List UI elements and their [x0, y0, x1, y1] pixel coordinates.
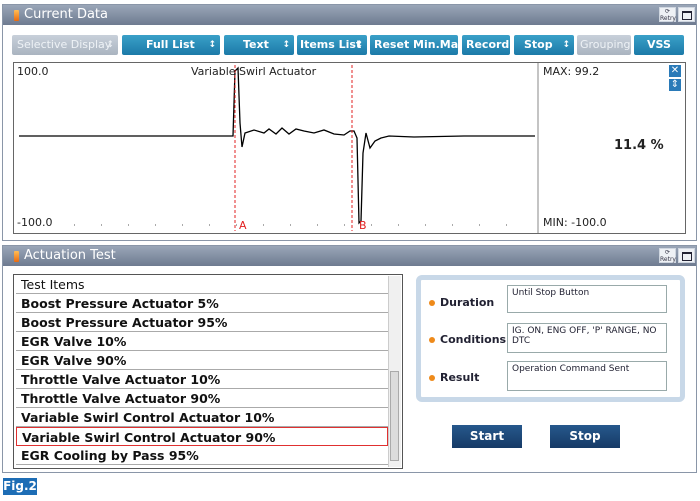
list-item[interactable]: EGR Cooling by Pass 95%	[16, 446, 388, 465]
list-item[interactable]: Variable Swirl Control Actuator 10%	[16, 408, 388, 427]
full-list-label: Full List	[146, 38, 195, 51]
close-graph-icon[interactable]: ✕	[669, 65, 681, 77]
conditions-label-text: Conditions	[440, 333, 507, 346]
retry-icon[interactable]: ⟳ Retry	[659, 248, 676, 263]
duration-label: Duration	[429, 296, 494, 309]
window-toggle-icon[interactable]	[678, 248, 695, 263]
list-item[interactable]: Throttle Valve Actuator 90%	[16, 389, 388, 408]
stop-dropdown-button[interactable]: Stop ↕	[514, 35, 574, 55]
retry-icon[interactable]: ⟳ Retry	[659, 7, 676, 22]
bullet-icon	[429, 300, 435, 306]
full-list-button[interactable]: Full List ↕	[122, 35, 220, 55]
waveform-trace	[19, 66, 535, 225]
selective-display-arrow-icon: ↕	[106, 40, 114, 50]
retry-label: Retry	[660, 256, 676, 263]
conditions-value: IG. ON, ENG OFF, 'P' RANGE, NO DTC	[507, 323, 667, 353]
stop-dropdown-label: Stop	[524, 38, 553, 51]
max-value-label: MAX: 99.2	[543, 65, 600, 78]
list-item-selected[interactable]: Variable Swirl Control Actuator 90%	[16, 427, 388, 446]
actuation-test-titlebar: Actuation Test ⟳ Retry	[3, 246, 696, 266]
selective-display-label: Selective Display	[17, 38, 112, 51]
result-label-text: Result	[440, 371, 480, 384]
record-button[interactable]: Record	[462, 35, 510, 55]
bullet-icon	[429, 337, 435, 343]
panel-marker-icon	[14, 10, 19, 21]
stop-dropdown-arrow-icon: ↕	[562, 40, 570, 50]
bullet-icon	[429, 375, 435, 381]
current-data-titlebar: Current Data ⟳ Retry	[3, 5, 696, 25]
waveform-graph: 100.0 Variable Swirl Actuator -100.0 A B…	[13, 62, 686, 234]
list-item[interactable]: Throttle Valve Actuator 10%	[16, 370, 388, 389]
vss-label: VSS	[647, 38, 671, 51]
text-label: Text	[243, 38, 269, 51]
list-item[interactable]: EGR Valve 10%	[16, 332, 388, 351]
actuation-test-title: Actuation Test	[24, 248, 116, 263]
stop-button[interactable]: Stop	[550, 425, 620, 448]
retry-label: Retry	[660, 15, 676, 22]
current-data-title: Current Data	[24, 7, 108, 22]
list-scrollbar[interactable]	[388, 276, 401, 467]
cursor-b-label: B	[359, 219, 367, 232]
list-item[interactable]: Boost Pressure Actuator 95%	[16, 313, 388, 332]
full-list-arrow-icon: ↕	[208, 40, 216, 50]
vss-button[interactable]: VSS	[634, 35, 684, 55]
grouping-button[interactable]: Grouping	[577, 35, 631, 55]
items-list-arrow-icon: ↕	[355, 40, 363, 50]
list-item[interactable]: EGR Valve 90%	[16, 351, 388, 370]
list-item[interactable]: Boost Pressure Actuator 5%	[16, 294, 388, 313]
result-label: Result	[429, 371, 479, 384]
window-toggle-icon[interactable]	[678, 7, 695, 22]
waveform-svg	[19, 63, 539, 233]
record-label: Record	[466, 38, 510, 51]
y-min-label: -100.0	[17, 216, 53, 229]
start-button[interactable]: Start	[452, 425, 522, 448]
series-name-label: Variable Swirl Actuator	[191, 65, 317, 78]
conditions-label: Conditions	[429, 333, 506, 346]
test-items-list: Test Items Boost Pressure Actuator 5% Bo…	[13, 274, 403, 469]
list-item[interactable]: Engine Speed PWM Output 4000 RPM	[16, 465, 388, 468]
items-list-label: Items List	[300, 38, 362, 51]
test-info-box: Duration Until Stop Button Conditions IG…	[416, 275, 685, 402]
panel-marker-icon	[14, 251, 19, 262]
figure-label: Fig.2	[3, 478, 37, 495]
list-header: Test Items	[16, 275, 388, 294]
selective-display-button[interactable]: Selective Display ↕	[12, 35, 118, 55]
min-value-label: MIN: -100.0	[543, 216, 607, 229]
items-list-button[interactable]: Items List ↕	[297, 35, 367, 55]
grouping-label: Grouping	[580, 38, 631, 51]
current-value-readout: 11.4 %	[614, 138, 664, 153]
reset-min-max-label: Reset Min.Max	[374, 38, 458, 51]
y-max-label: 100.0	[17, 65, 49, 78]
scrollbar-thumb[interactable]	[390, 371, 399, 461]
result-value: Operation Command Sent	[507, 361, 667, 391]
reset-min-max-button[interactable]: Reset Min.Max	[370, 35, 458, 55]
duration-value: Until Stop Button	[507, 285, 667, 313]
text-arrow-icon: ↕	[282, 40, 290, 50]
cursor-a-label: A	[239, 219, 247, 232]
resize-graph-icon[interactable]: ⇕	[669, 79, 681, 91]
text-button[interactable]: Text ↕	[224, 35, 294, 55]
duration-label-text: Duration	[440, 296, 495, 309]
